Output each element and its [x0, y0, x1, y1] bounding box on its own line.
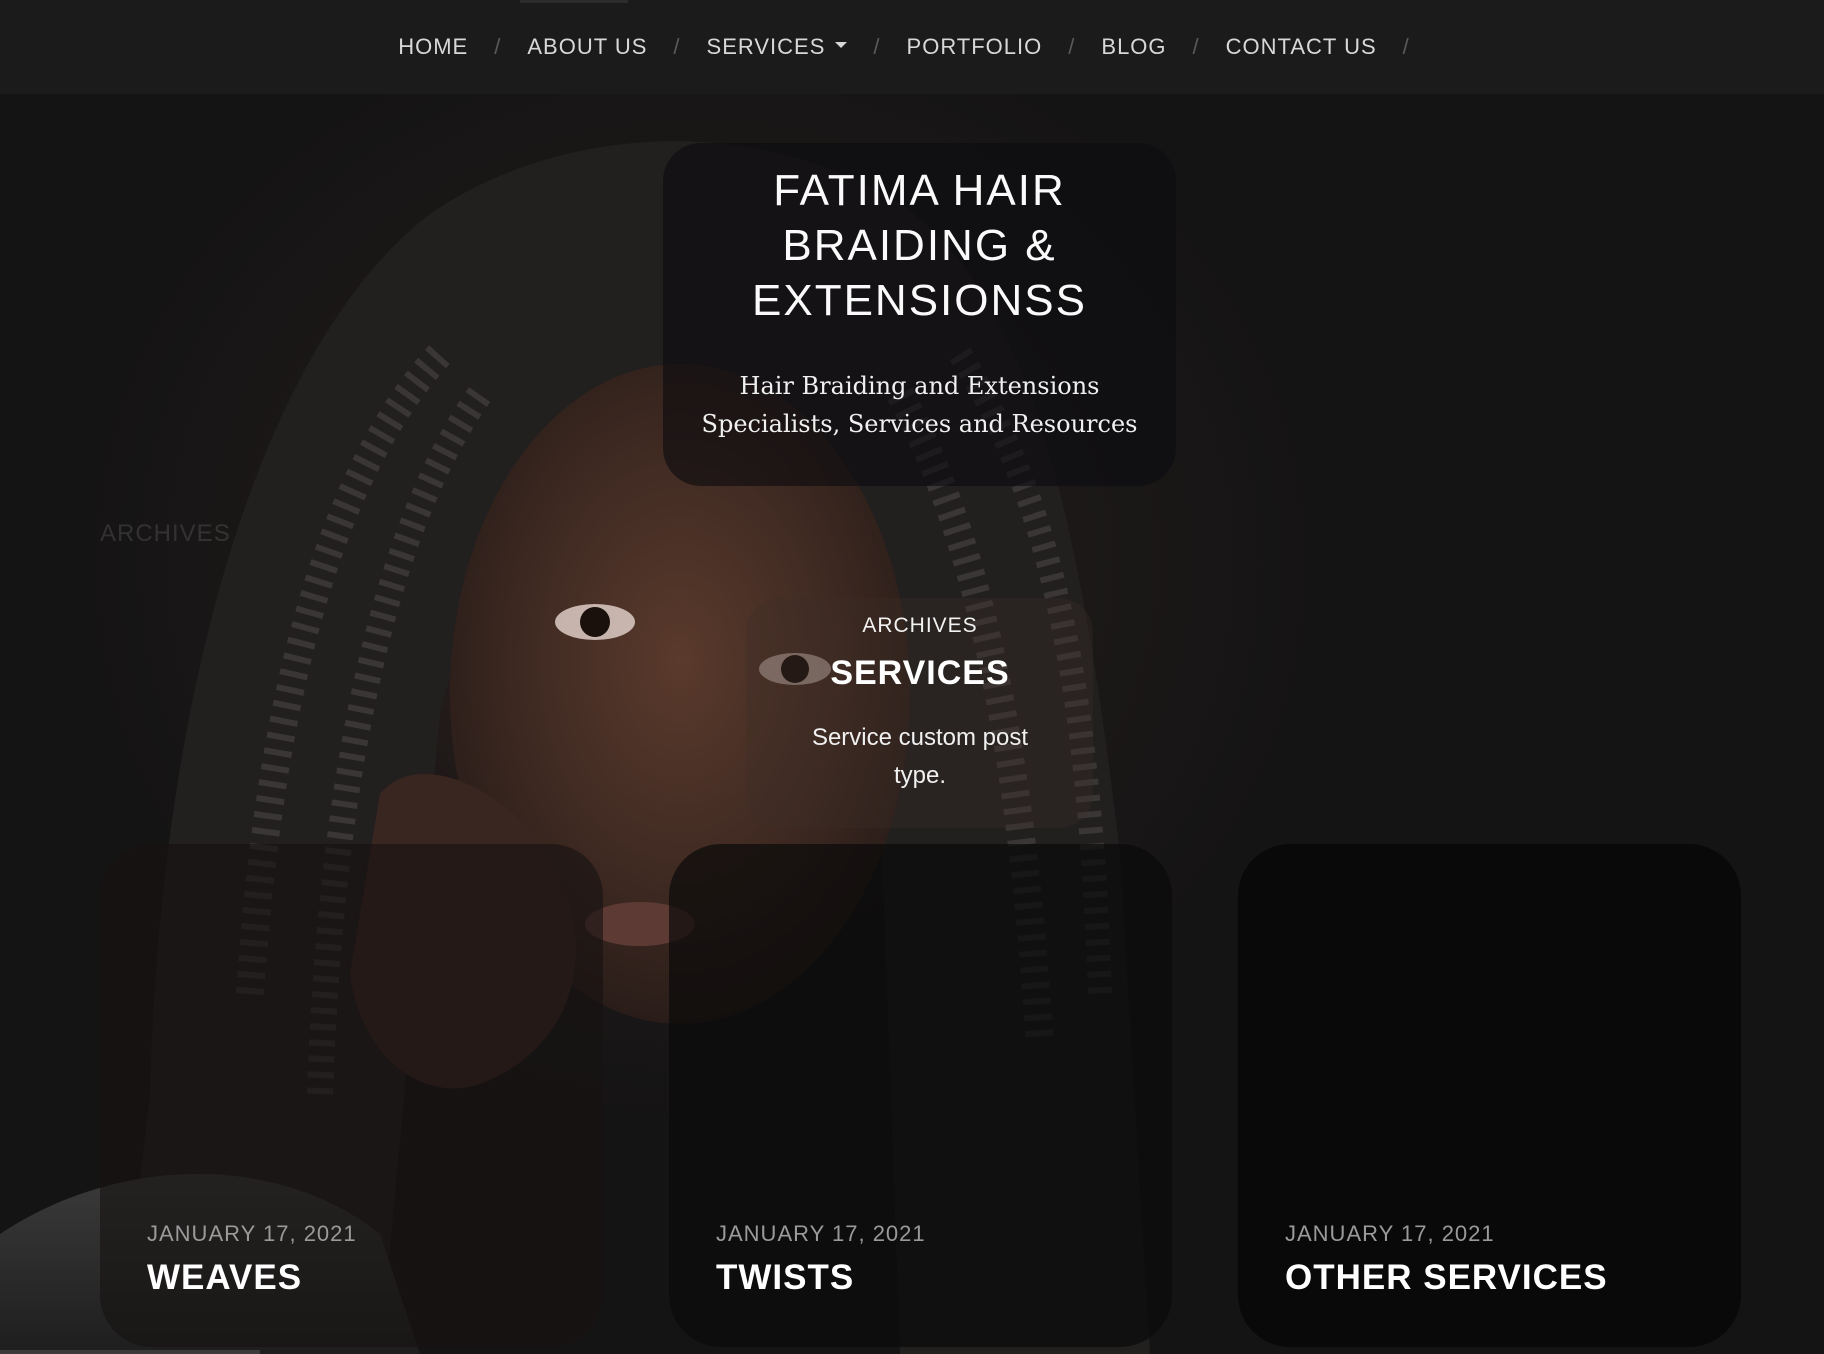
- card-title[interactable]: TWISTS: [716, 1258, 854, 1298]
- card-title[interactable]: WEAVES: [147, 1258, 302, 1298]
- nav-separator: /: [673, 34, 681, 59]
- site-tagline: Hair Braiding and Extensions Specialists…: [701, 372, 1138, 438]
- nav-link-home[interactable]: HOME: [398, 34, 468, 60]
- main-navigation: HOME / ABOUT US / SERVICES / PORTFOLIO /…: [0, 0, 1824, 94]
- horizontal-scrollbar[interactable]: [0, 1350, 260, 1354]
- archive-kicker: ARCHIVES: [862, 614, 978, 637]
- nav-separator: /: [494, 34, 502, 59]
- nav-separator: /: [873, 34, 881, 59]
- nav-menu: HOME / ABOUT US / SERVICES / PORTFOLIO /…: [398, 34, 1436, 60]
- card-date: JANUARY 17, 2021: [147, 1221, 357, 1246]
- nav-separator: /: [1402, 34, 1410, 59]
- nav-item-blog[interactable]: BLOG /: [1101, 34, 1225, 60]
- nav-item-home[interactable]: HOME /: [398, 34, 527, 60]
- archive-title: SERVICES: [830, 654, 1010, 692]
- nav-link-services[interactable]: SERVICES: [707, 34, 826, 60]
- nav-link-contact[interactable]: CONTACT US: [1226, 34, 1377, 60]
- card-title[interactable]: OTHER SERVICES: [1285, 1258, 1608, 1298]
- archive-description: Service custom post type.: [811, 724, 1029, 789]
- nav-item-contact[interactable]: CONTACT US /: [1226, 34, 1436, 60]
- service-card-twists[interactable]: JANUARY 17, 2021 TWISTS: [669, 844, 1172, 1347]
- nav-item-services[interactable]: SERVICES /: [707, 34, 907, 60]
- nav-separator: /: [1068, 34, 1076, 59]
- faded-archive-label: ARCHIVES: [100, 520, 231, 547]
- nav-link-blog[interactable]: BLOG: [1101, 34, 1166, 60]
- site-title[interactable]: FATIMA HAIR BRAIDING & EXTENSIONSS: [663, 163, 1176, 328]
- card-date: JANUARY 17, 2021: [716, 1221, 926, 1246]
- nav-item-about[interactable]: ABOUT US /: [527, 34, 706, 60]
- archive-header: ARCHIVES SERVICES Service custom post ty…: [720, 614, 1120, 795]
- chevron-down-icon[interactable]: [835, 42, 848, 48]
- service-card-other-services[interactable]: JANUARY 17, 2021 OTHER SERVICES: [1238, 844, 1741, 1347]
- nav-accent-bar: [520, 0, 628, 3]
- service-card-weaves[interactable]: JANUARY 17, 2021 WEAVES: [100, 844, 603, 1347]
- site-branding-panel: FATIMA HAIR BRAIDING & EXTENSIONSS Hair …: [663, 143, 1176, 486]
- nav-separator: /: [1192, 34, 1200, 59]
- nav-item-portfolio[interactable]: PORTFOLIO /: [907, 34, 1102, 60]
- nav-link-about[interactable]: ABOUT US: [527, 34, 647, 60]
- card-date: JANUARY 17, 2021: [1285, 1221, 1495, 1246]
- nav-link-portfolio[interactable]: PORTFOLIO: [907, 34, 1043, 60]
